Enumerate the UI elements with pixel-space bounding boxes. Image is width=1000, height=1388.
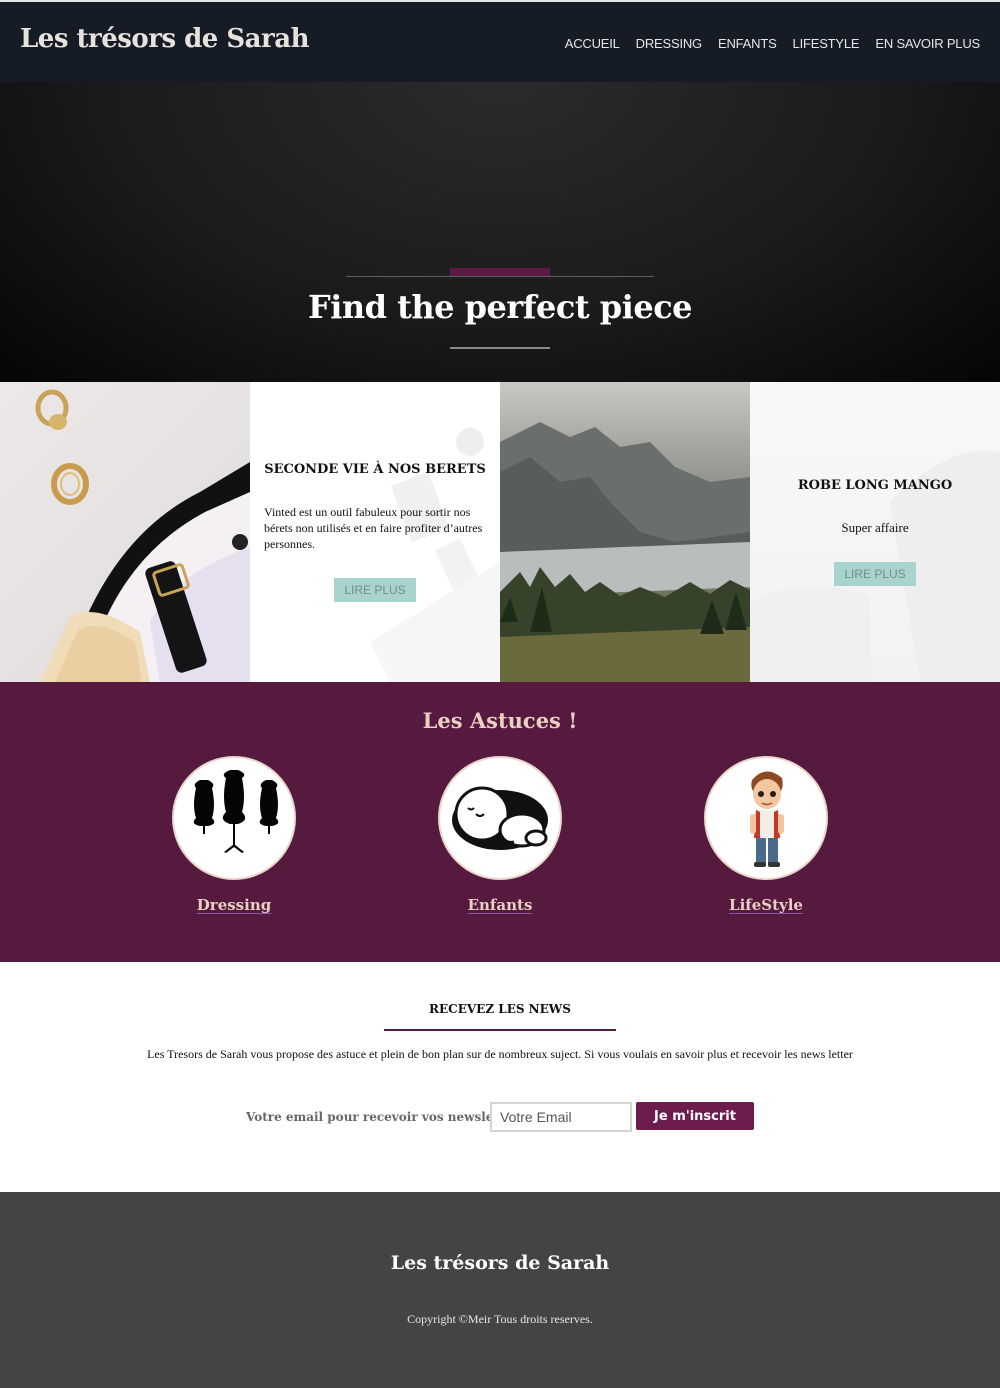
boy-cartoon-icon bbox=[750, 771, 784, 867]
landscape-photo bbox=[500, 382, 750, 682]
hero-divider-top bbox=[346, 276, 654, 277]
footer-brand: Les trésors de Sarah bbox=[390, 1252, 610, 1274]
nav-item-dressing[interactable]: DRESSING bbox=[636, 36, 703, 51]
feature-grid: SECONDE VIE À NOS BERETS Vinted est un o… bbox=[0, 382, 1000, 682]
card-title: SECONDE VIE À NOS BERETS bbox=[264, 462, 486, 477]
card-berets: SECONDE VIE À NOS BERETS Vinted est un o… bbox=[250, 382, 500, 682]
hero-title: Find the perfect piece bbox=[307, 288, 693, 326]
site-footer: Les trésors de Sarah Copyright ©Meir Tou… bbox=[0, 1192, 1000, 1388]
read-more-button[interactable]: LIRE PLUS bbox=[834, 562, 916, 586]
nav-item-enfants[interactable]: ENFANTS bbox=[718, 36, 777, 51]
dressing-circle[interactable] bbox=[172, 756, 296, 880]
main-nav: ACCUEIL DRESSING ENFANTS LIFESTYLE EN SA… bbox=[565, 36, 980, 51]
footer-copyright: Copyright ©Meir Tous droits reserves. bbox=[407, 1312, 593, 1326]
astuce-link-lifestyle[interactable]: LifeStyle bbox=[686, 896, 846, 914]
hero-accent-bar bbox=[450, 268, 550, 276]
astuce-link-dressing[interactable]: Dressing bbox=[154, 896, 314, 914]
card-robe: ROBE LONG MANGO Super affaire LIRE PLUS bbox=[750, 382, 1000, 682]
hero-banner: Find the perfect piece bbox=[0, 82, 1000, 382]
lifestyle-circle[interactable] bbox=[704, 756, 828, 880]
site-header: Les trésors de Sarah ACCUEIL DRESSING EN… bbox=[0, 0, 1000, 82]
astuce-link-enfants[interactable]: Enfants bbox=[420, 896, 580, 914]
mannequin-icon bbox=[193, 770, 279, 853]
nav-item-lifestyle[interactable]: LIFESTYLE bbox=[793, 36, 860, 51]
email-field[interactable] bbox=[490, 1102, 632, 1132]
card-text: Super affaire bbox=[841, 520, 909, 535]
sleeping-baby-icon bbox=[452, 786, 548, 850]
astuces-section: Les Astuces ! Dressing Enfants LifeStyle bbox=[0, 682, 1000, 962]
newsletter-description: Les Tresors de Sarah vous propose des as… bbox=[147, 1047, 853, 1061]
enfants-circle[interactable] bbox=[438, 756, 562, 880]
accessories-illustration bbox=[35, 389, 250, 682]
read-more-button[interactable]: LIRE PLUS bbox=[334, 578, 416, 602]
card-title: ROBE LONG MANGO bbox=[797, 478, 953, 493]
card-text: Vinted est un outil fabuleux pour sortir… bbox=[264, 505, 483, 551]
nav-item-en-savoir-plus[interactable]: EN SAVOIR PLUS bbox=[875, 36, 980, 51]
hero-divider-bottom bbox=[450, 347, 550, 349]
subscribe-button[interactable]: Je m'inscrit bbox=[636, 1102, 754, 1130]
newsletter-divider bbox=[384, 1029, 616, 1031]
accessories-photo bbox=[0, 382, 250, 682]
site-brand[interactable]: Les trésors de Sarah bbox=[20, 24, 309, 54]
newsletter-title: RECEVEZ LES NEWS bbox=[429, 1002, 571, 1016]
landscape-illustration bbox=[500, 422, 750, 682]
nav-item-accueil[interactable]: ACCUEIL bbox=[565, 36, 620, 51]
astuces-title: Les Astuces ! bbox=[422, 708, 578, 733]
